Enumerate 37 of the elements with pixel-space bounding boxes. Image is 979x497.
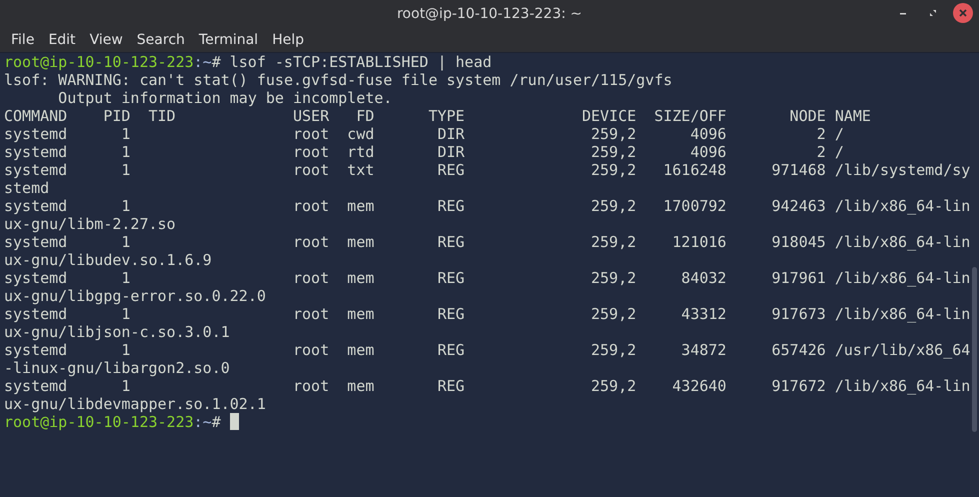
close-button[interactable] [953, 3, 973, 23]
terminal-output-line: ux-gnu/libm-2.27.so [4, 215, 176, 233]
prompt-user-host: root@ip-10-10-123-223 [4, 53, 194, 71]
terminal-output-line: systemd 1 root mem REG 259,2 121016 918045 /lib/x86_64-lin [4, 233, 970, 251]
menu-item[interactable]: File [4, 30, 42, 50]
terminal-output-line: systemd 1 root mem REG 259,2 34872 657426 /usr/lib/x86_64 [4, 341, 970, 359]
terminal-output-line: ux-gnu/libjson-c.so.3.0.1 [4, 323, 230, 341]
terminal-output-line: systemd 1 root txt REG 259,2 1616248 971468 /lib/systemd/sy [4, 161, 970, 179]
terminal-output-line: ux-gnu/libudev.so.1.6.9 [4, 251, 212, 269]
prompt-symbol: # [212, 413, 221, 431]
close-icon [958, 8, 968, 18]
terminal-output-line: systemd 1 root mem REG 259,2 1700792 942463 /lib/x86_64-lin [4, 197, 970, 215]
command-text: lsof -sTCP:ESTABLISHED | head [230, 53, 492, 71]
terminal-output-line: -linux-gnu/libargon2.so.0 [4, 359, 230, 377]
prompt-path: :~ [194, 53, 212, 71]
terminal-output-line: lsof: WARNING: can't stat() fuse.gvfsd-fuse file system /run/user/115/gvfs [4, 71, 672, 89]
restore-icon [928, 8, 938, 18]
terminal-output-line: systemd 1 root mem REG 259,2 432640 917672 /lib/x86_64-lin [4, 377, 970, 395]
terminal-output-line: ux-gnu/libdevmapper.so.1.02.1 [4, 395, 266, 413]
menu-item[interactable]: Search [130, 30, 192, 50]
menu-item[interactable]: Edit [41, 30, 83, 50]
prompt-user-host: root@ip-10-10-123-223 [4, 413, 194, 431]
terminal-output-line: ux-gnu/libgpg-error.so.0.22.0 [4, 287, 266, 305]
menu-item[interactable]: Help [265, 30, 311, 50]
terminal-output-line: systemd 1 root mem REG 259,2 84032 917961 /lib/x86_64-lin [4, 269, 970, 287]
menu-item[interactable]: View [82, 30, 130, 50]
menu-item[interactable]: Terminal [192, 30, 266, 50]
terminal-output-line: systemd 1 root mem REG 259,2 43312 917673 /lib/x86_64-lin [4, 305, 970, 323]
terminal-output-line: COMMAND PID TID USER FD TYPE DEVICE SIZE/OFF NODE NAME [4, 107, 871, 125]
terminal-output-line: Output information may be incomplete. [57, 89, 392, 107]
window-title: root@ip-10-10-123-223: ~ [396, 6, 582, 22]
prompt-path: :~ [194, 413, 212, 431]
terminal-output-line: stemd [4, 179, 50, 197]
prompt-symbol: # [212, 53, 221, 71]
terminal-output-line: systemd 1 root rtd DIR 259,2 4096 2 / [4, 143, 844, 161]
terminal-output-line: systemd 1 root cwd DIR 259,2 4096 2 / [4, 125, 844, 143]
scrollbar-thumb[interactable] [972, 267, 977, 432]
